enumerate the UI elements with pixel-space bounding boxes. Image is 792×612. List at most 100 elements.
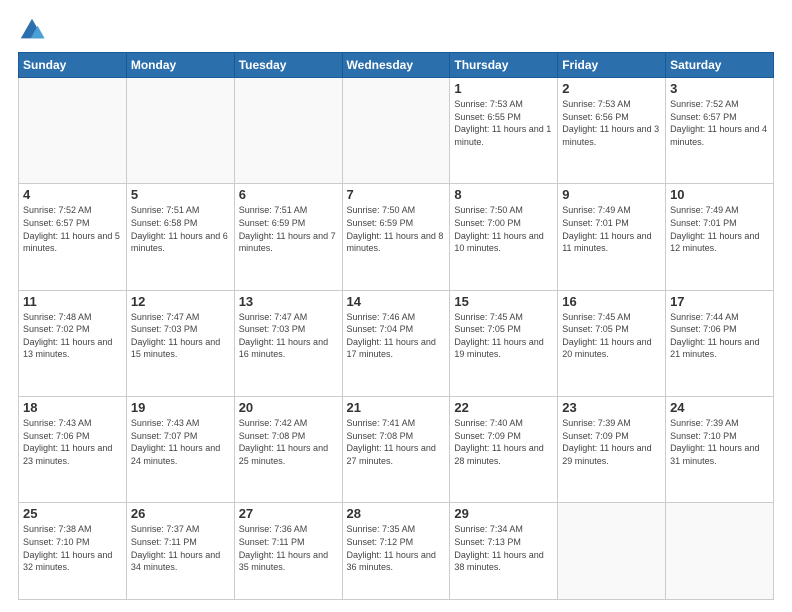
day-number: 19 — [131, 400, 230, 415]
calendar-cell: 15Sunrise: 7:45 AM Sunset: 7:05 PM Dayli… — [450, 290, 558, 396]
calendar-cell: 22 Sunrise: 7:40 AM Sunset: 7:09 PM Dayli… — [450, 396, 558, 502]
week-row-2: 4 Sunrise: 7:52 AM Sunset: 6:57 PM Daylig… — [19, 184, 774, 290]
day-info: Sunrise: 7:39 AM Sunset: 7:09 PM Dayligh… — [562, 417, 661, 467]
weekday-header-friday: Friday — [558, 53, 666, 78]
day-number: 12 — [131, 294, 230, 309]
day-number: 16 — [562, 294, 661, 309]
calendar-cell: 9 Sunrise: 7:49 AM Sunset: 7:01 PM Daylig… — [558, 184, 666, 290]
weekday-header-wednesday: Wednesday — [342, 53, 450, 78]
calendar-cell: 26Sunrise: 7:37 AM Sunset: 7:11 PM Dayli… — [126, 503, 234, 600]
calendar-cell: 25 Sunrise: 7:38 AM Sunset: 7:10 PM Dayli… — [19, 503, 127, 600]
day-info: Sunrise: 7:43 AM Sunset: 7:06 PM Dayligh… — [23, 417, 122, 467]
day-number: 22 — [454, 400, 553, 415]
calendar-cell: 12 Sunrise: 7:47 AM Sunset: 7:03 PM Dayli… — [126, 290, 234, 396]
day-number: 28 — [347, 506, 446, 521]
day-number: 3 — [670, 81, 769, 96]
day-number: 6 — [239, 187, 338, 202]
day-info: Sunrise: 7:39 AM Sunset: 7:10 PM Dayligh… — [670, 417, 769, 467]
logo-icon — [18, 16, 46, 44]
weekday-header-monday: Monday — [126, 53, 234, 78]
day-info: Sunrise: 7:49 AM Sunset: 7:01 PM Dayligh… — [670, 204, 769, 254]
day-number: 8 — [454, 187, 553, 202]
day-info: Sunrise: 7:36 AM Sunset: 7:11 PM Dayligh… — [239, 523, 338, 573]
day-info: Sunrise: 7:50 AM Sunset: 7:00 PM Dayligh… — [454, 204, 553, 254]
day-info: Sunrise: 7:52 AM Sunset: 6:57 PM Dayligh… — [670, 98, 769, 148]
day-info: Sunrise: 7:40 AM Sunset: 7:09 PM Dayligh… — [454, 417, 553, 467]
day-info: Sunrise: 7:50 AM Sunset: 6:59 PM Dayligh… — [347, 204, 446, 254]
calendar-header — [18, 16, 774, 44]
logo — [18, 16, 50, 44]
day-info: Sunrise: 7:35 AM Sunset: 7:12 PM Dayligh… — [347, 523, 446, 573]
day-number: 18 — [23, 400, 122, 415]
day-info: Sunrise: 7:49 AM Sunset: 7:01 PM Dayligh… — [562, 204, 661, 254]
day-number: 29 — [454, 506, 553, 521]
day-info: Sunrise: 7:47 AM Sunset: 7:03 PM Dayligh… — [131, 311, 230, 361]
weekday-header-sunday: Sunday — [19, 53, 127, 78]
calendar-cell: 14 Sunrise: 7:46 AM Sunset: 7:04 PM Dayli… — [342, 290, 450, 396]
weekday-header-thursday: Thursday — [450, 53, 558, 78]
day-number: 20 — [239, 400, 338, 415]
day-info: Sunrise: 7:53 AM Sunset: 6:56 PM Dayligh… — [562, 98, 661, 148]
day-number: 23 — [562, 400, 661, 415]
calendar-cell: 5Sunrise: 7:51 AM Sunset: 6:58 PM Daylig… — [126, 184, 234, 290]
day-info: Sunrise: 7:52 AM Sunset: 6:57 PM Dayligh… — [23, 204, 122, 254]
calendar-cell: 16 Sunrise: 7:45 AM Sunset: 7:05 PM Dayli… — [558, 290, 666, 396]
calendar-cell — [19, 78, 127, 184]
day-number: 27 — [239, 506, 338, 521]
day-info: Sunrise: 7:53 AM Sunset: 6:55 PM Dayligh… — [454, 98, 553, 148]
day-number: 1 — [454, 81, 553, 96]
day-number: 13 — [239, 294, 338, 309]
day-number: 14 — [347, 294, 446, 309]
calendar-cell: 11 Sunrise: 7:48 AM Sunset: 7:02 PM Dayli… — [19, 290, 127, 396]
calendar-cell: 19 Sunrise: 7:43 AM Sunset: 7:07 PM Dayli… — [126, 396, 234, 502]
day-number: 21 — [347, 400, 446, 415]
calendar-cell — [666, 503, 774, 600]
calendar-cell — [558, 503, 666, 600]
calendar-cell: 6 Sunrise: 7:51 AM Sunset: 6:59 PM Daylig… — [234, 184, 342, 290]
week-row-1: 1 Sunrise: 7:53 AM Sunset: 6:55 PM Daylig… — [19, 78, 774, 184]
calendar-cell: 23 Sunrise: 7:39 AM Sunset: 7:09 PM Dayli… — [558, 396, 666, 502]
day-info: Sunrise: 7:37 AM Sunset: 7:11 PM Dayligh… — [131, 523, 230, 573]
calendar-cell: 24 Sunrise: 7:39 AM Sunset: 7:10 PM Dayli… — [666, 396, 774, 502]
day-number: 9 — [562, 187, 661, 202]
calendar-cell: 27 Sunrise: 7:36 AM Sunset: 7:11 PM Dayli… — [234, 503, 342, 600]
day-number: 25 — [23, 506, 122, 521]
day-info: Sunrise: 7:42 AM Sunset: 7:08 PM Dayligh… — [239, 417, 338, 467]
weekday-header-tuesday: Tuesday — [234, 53, 342, 78]
calendar-cell: 18 Sunrise: 7:43 AM Sunset: 7:06 PM Dayli… — [19, 396, 127, 502]
calendar-cell: 29Sunrise: 7:34 AM Sunset: 7:13 PM Dayli… — [450, 503, 558, 600]
day-info: Sunrise: 7:45 AM Sunset: 7:05 PM Dayligh… — [562, 311, 661, 361]
day-info: Sunrise: 7:51 AM Sunset: 6:58 PM Dayligh… — [131, 204, 230, 254]
day-number: 7 — [347, 187, 446, 202]
week-row-3: 11 Sunrise: 7:48 AM Sunset: 7:02 PM Dayli… — [19, 290, 774, 396]
calendar-cell: 17Sunrise: 7:44 AM Sunset: 7:06 PM Dayli… — [666, 290, 774, 396]
calendar-cell: 13 Sunrise: 7:47 AM Sunset: 7:03 PM Dayli… — [234, 290, 342, 396]
calendar-cell: 3 Sunrise: 7:52 AM Sunset: 6:57 PM Daylig… — [666, 78, 774, 184]
calendar-page: SundayMondayTuesdayWednesdayThursdayFrid… — [0, 0, 792, 612]
calendar-cell: 10 Sunrise: 7:49 AM Sunset: 7:01 PM Dayli… — [666, 184, 774, 290]
day-info: Sunrise: 7:41 AM Sunset: 7:08 PM Dayligh… — [347, 417, 446, 467]
weekday-header-saturday: Saturday — [666, 53, 774, 78]
day-number: 4 — [23, 187, 122, 202]
day-number: 10 — [670, 187, 769, 202]
calendar-table: SundayMondayTuesdayWednesdayThursdayFrid… — [18, 52, 774, 600]
day-info: Sunrise: 7:38 AM Sunset: 7:10 PM Dayligh… — [23, 523, 122, 573]
day-info: Sunrise: 7:44 AM Sunset: 7:06 PM Dayligh… — [670, 311, 769, 361]
day-info: Sunrise: 7:51 AM Sunset: 6:59 PM Dayligh… — [239, 204, 338, 254]
weekday-header-row: SundayMondayTuesdayWednesdayThursdayFrid… — [19, 53, 774, 78]
day-number: 24 — [670, 400, 769, 415]
day-info: Sunrise: 7:43 AM Sunset: 7:07 PM Dayligh… — [131, 417, 230, 467]
day-number: 11 — [23, 294, 122, 309]
calendar-cell: 7 Sunrise: 7:50 AM Sunset: 6:59 PM Daylig… — [342, 184, 450, 290]
day-info: Sunrise: 7:48 AM Sunset: 7:02 PM Dayligh… — [23, 311, 122, 361]
day-info: Sunrise: 7:46 AM Sunset: 7:04 PM Dayligh… — [347, 311, 446, 361]
calendar-cell — [126, 78, 234, 184]
week-row-5: 25 Sunrise: 7:38 AM Sunset: 7:10 PM Dayli… — [19, 503, 774, 600]
calendar-cell: 4 Sunrise: 7:52 AM Sunset: 6:57 PM Daylig… — [19, 184, 127, 290]
day-info: Sunrise: 7:45 AM Sunset: 7:05 PM Dayligh… — [454, 311, 553, 361]
calendar-cell — [234, 78, 342, 184]
calendar-cell: 1 Sunrise: 7:53 AM Sunset: 6:55 PM Daylig… — [450, 78, 558, 184]
calendar-cell: 21 Sunrise: 7:41 AM Sunset: 7:08 PM Dayli… — [342, 396, 450, 502]
day-number: 2 — [562, 81, 661, 96]
day-info: Sunrise: 7:47 AM Sunset: 7:03 PM Dayligh… — [239, 311, 338, 361]
